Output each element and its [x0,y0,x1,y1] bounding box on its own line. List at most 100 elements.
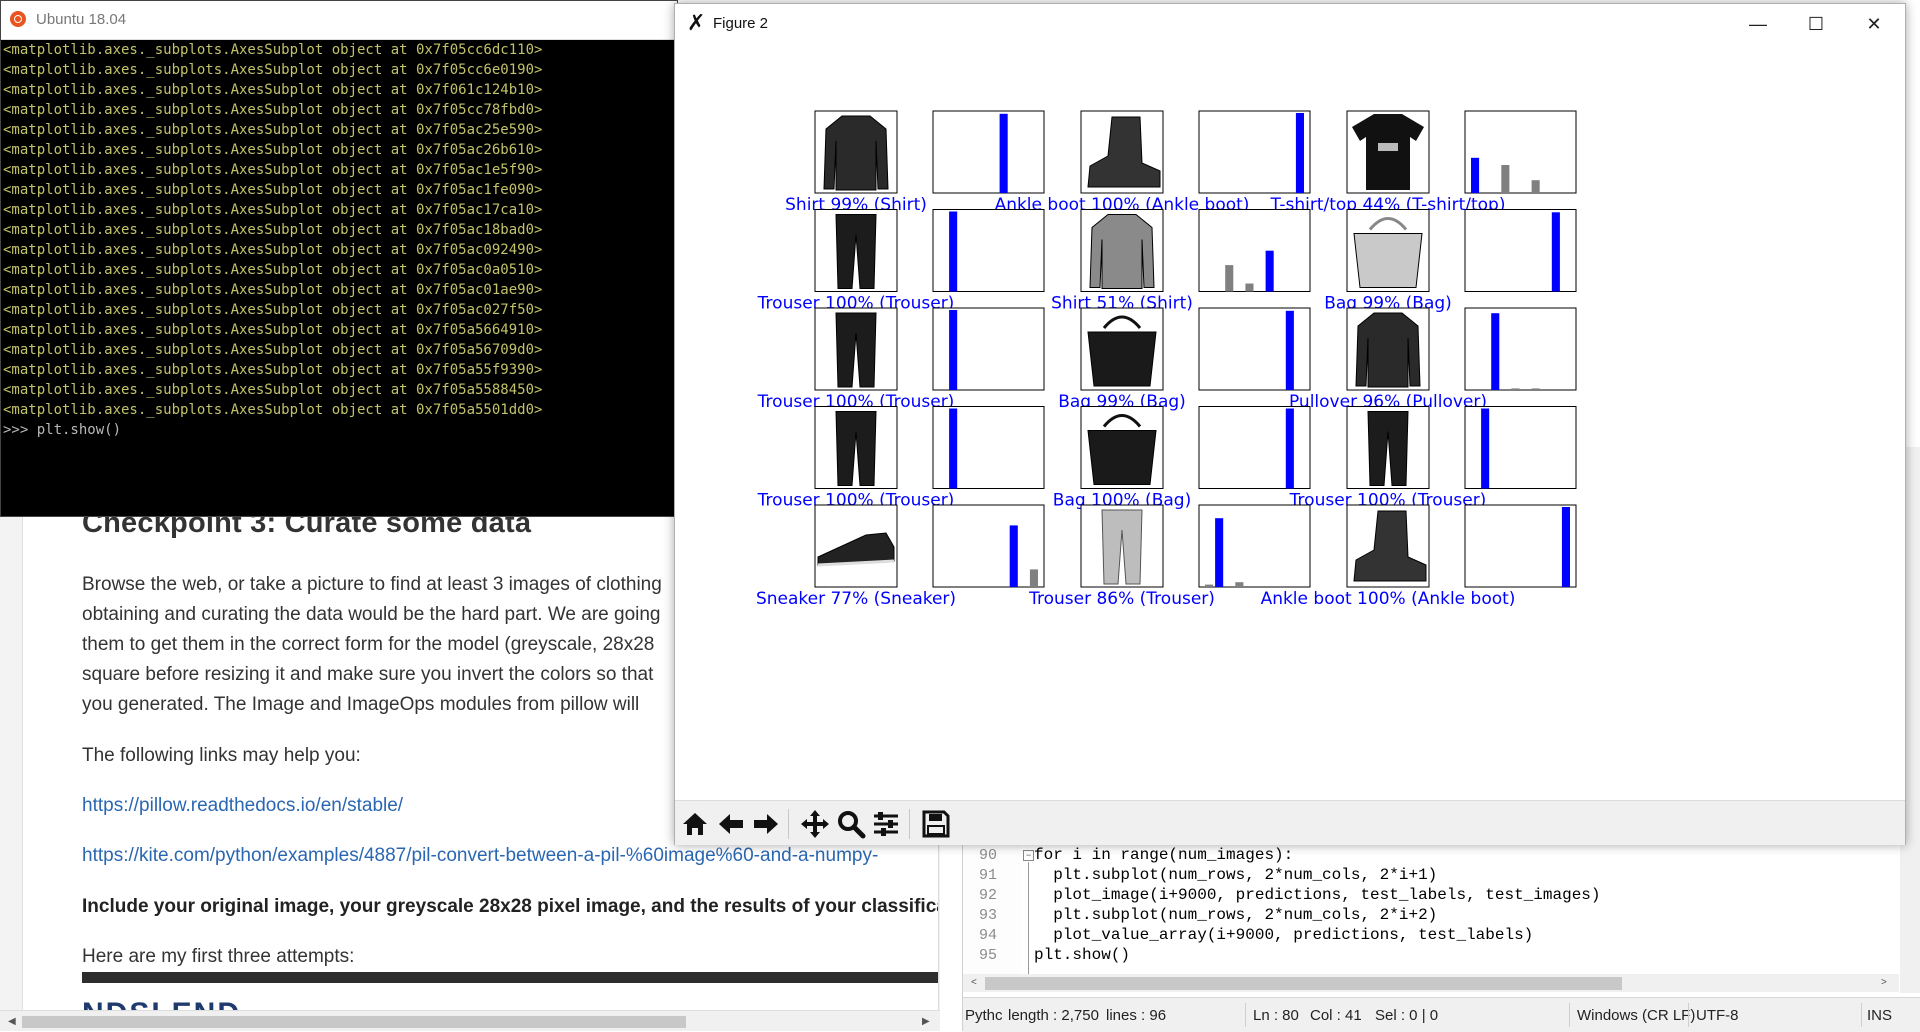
scroll-right-arrow-icon[interactable]: ▶ [922,1016,930,1027]
terminal-line: <matplotlib.axes._subplots.AxesSubplot o… [3,122,543,138]
zoom-icon[interactable] [835,808,867,840]
fold-toggle-icon[interactable]: − [1023,850,1034,861]
terminal-line: <matplotlib.axes._subplots.AxesSubplot o… [3,142,543,158]
terminal-line: <matplotlib.axes._subplots.AxesSubplot o… [3,222,543,238]
prediction-label: Ankle boot 100% (Ankle boot) [1261,589,1516,609]
fold-guide [1028,862,1029,977]
terminal-line: <matplotlib.axes._subplots.AxesSubplot o… [3,322,543,338]
minimize-icon[interactable]: — [1729,4,1787,44]
paragraph-line: obtaining and curating the data would be… [82,604,661,625]
terminal-line: <matplotlib.axes._subplots.AxesSubplot o… [3,342,543,358]
terminal-title: Ubuntu 18.04 [36,11,127,28]
editor-horizontal-scrollbar[interactable]: < > [963,974,1899,992]
home-icon[interactable] [679,808,711,840]
code-line[interactable]: plt.show() [1034,946,1130,964]
terminal-line: <matplotlib.axes._subplots.AxesSubplot o… [3,42,543,58]
scroll-thumb[interactable] [985,977,1622,990]
prediction-label: Trouser 86% (Trouser) [1028,589,1215,609]
matplotlib-toolbar [675,800,1905,845]
probability-bar [1285,408,1294,489]
garment-shape [1378,143,1398,151]
terminal-prompt[interactable]: >>> plt.show() [3,420,675,440]
code-line[interactable]: for i in range(num_images): [1034,846,1293,864]
probability-bar [1009,525,1018,587]
garment-image [823,115,889,191]
code-editor[interactable]: − 90 91 92 93 94 95 for i in range(num_i… [962,447,1920,1032]
plot-canvas[interactable]: Shirt 99% (Shirt) Ankle boot 100% (Ankle … [675,44,1905,800]
garment-shape [1355,312,1421,388]
probability-bar [1551,212,1560,292]
scroll-left-arrow-icon[interactable]: < [971,977,977,988]
terminal-output[interactable]: <matplotlib.axes._subplots.AxesSubplot o… [3,40,675,440]
probability-bar [949,310,958,390]
terminal-line: <matplotlib.axes._subplots.AxesSubplot o… [3,402,543,418]
status-line-number: Ln : 80 [1253,1007,1299,1024]
pillow-docs-link[interactable]: https://pillow.readthedocs.io/en/stable/ [82,795,403,817]
code-line[interactable]: plot_image(i+9000, predictions, test_lab… [1034,886,1600,904]
garment-shape [1353,233,1423,288]
scroll-right-arrow-icon[interactable]: > [1881,977,1887,988]
scroll-left-arrow-icon[interactable]: ◀ [8,1016,16,1027]
image-banner: NDSLEND [82,983,940,1013]
status-eol: Windows (CR LF) [1577,1007,1696,1024]
terminal-line: <matplotlib.axes._subplots.AxesSubplot o… [3,362,543,378]
status-separator [1688,1003,1689,1027]
probability-bar [1531,180,1540,193]
line-number: 95 [979,947,998,964]
page-horizontal-scrollbar[interactable]: ◀ ▶ [0,1010,940,1031]
probability-bar [1561,507,1570,587]
status-bar: Pythc length : 2,750 lines : 96 Ln : 80 … [963,997,1920,1032]
code-line[interactable]: plt.subplot(num_rows, 2*num_cols, 2*i+1) [1034,866,1437,884]
probability-bar [1295,113,1304,193]
forward-arrow-icon[interactable] [750,808,782,840]
status-length: length : 2,750 [1008,1007,1099,1024]
probability-bar [1511,388,1520,390]
attempts-line: Here are my first three attempts: [82,946,355,967]
x11-icon: ✗ [687,11,706,36]
status-insert-mode: INS [1867,1007,1893,1024]
terminal-line: <matplotlib.axes._subplots.AxesSubplot o… [3,202,543,218]
status-column: Col : 41 [1310,1007,1362,1024]
terminal-line: <matplotlib.axes._subplots.AxesSubplot o… [3,62,543,78]
terminal-title-bar[interactable]: Ubuntu 18.04 [1,1,677,40]
figure-title: Figure 2 [713,15,769,32]
probability-panel-frame [1198,209,1311,292]
probability-bar [1501,165,1510,193]
scroll-thumb[interactable] [22,1016,686,1028]
status-lines: lines : 96 [1106,1007,1167,1024]
terminal-window[interactable]: Ubuntu 18.04 <matplotlib.axes._subplots.… [0,0,678,517]
line-number: 94 [979,927,998,944]
pan-icon[interactable] [799,808,831,840]
configure-subplots-icon[interactable] [870,808,902,840]
status-encoding: UTF-8 [1696,1007,1739,1024]
instructions-bold-line: Include your original image, your greysc… [82,896,940,917]
paragraph-line: square before resizing it and make sure … [82,664,654,685]
figure-window[interactable]: ✗ Figure 2 — ☐ ✕ Shirt 99% (Shirt) Ankle … [674,3,1906,845]
garment-image [1089,214,1155,289]
code-line[interactable]: plt.subplot(num_rows, 2*num_cols, 2*i+2) [1034,906,1437,924]
probability-panel-frame [1464,307,1577,391]
probability-panel-frame [1198,110,1311,194]
save-icon[interactable] [920,808,952,840]
status-separator [1861,1003,1862,1027]
line-number: 92 [979,887,998,904]
probability-bar [1491,313,1500,390]
figure-title-bar[interactable]: ✗ Figure 2 — ☐ ✕ [675,4,1905,44]
terminal-line: <matplotlib.axes._subplots.AxesSubplot o… [3,162,543,178]
code-line[interactable]: plot_value_array(i+9000, predictions, te… [1034,926,1533,944]
line-number: 93 [979,907,998,924]
line-number: 91 [979,867,998,884]
probability-bar [1471,157,1480,193]
garment-shape [1087,331,1157,387]
terminal-line: <matplotlib.axes._subplots.AxesSubplot o… [3,282,543,298]
probability-bar [949,408,958,489]
back-arrow-icon[interactable] [715,808,747,840]
status-language: Pythc [965,1007,1003,1024]
probability-bar [1285,310,1294,390]
prediction-label: Sneaker 77% (Sneaker) [756,589,956,609]
close-icon[interactable]: ✕ [1845,4,1903,44]
kite-example-link[interactable]: https://kite.com/python/examples/4887/pi… [82,845,878,867]
status-selection: Sel : 0 | 0 [1375,1007,1439,1024]
terminal-line: <matplotlib.axes._subplots.AxesSubplot o… [3,242,543,258]
maximize-icon[interactable]: ☐ [1787,4,1845,44]
